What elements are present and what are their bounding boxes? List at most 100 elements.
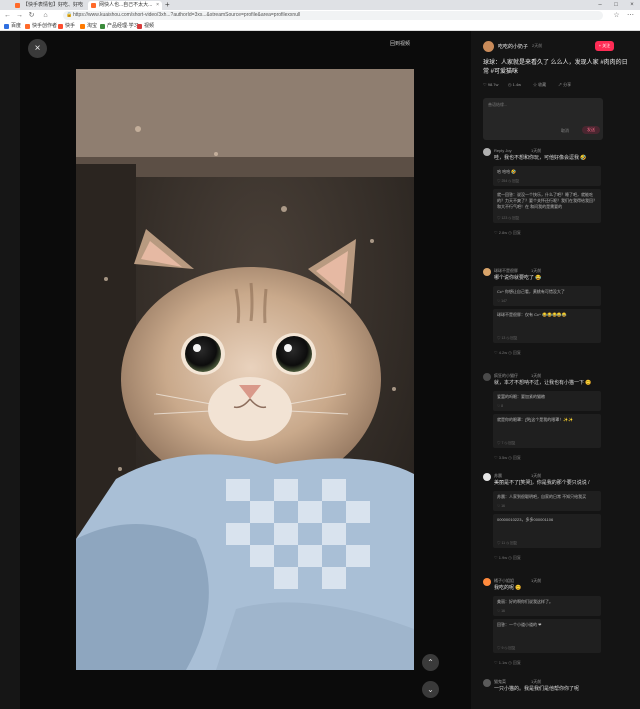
post-description: 球球：人家就是来看久了 么么人，发现人家 #肉肉的日常 #可爱猫咪 (483, 60, 628, 75)
commenter-name[interactable]: 橘子小姐姐 (494, 578, 514, 584)
next-video-button[interactable]: ⌄ (422, 681, 439, 698)
bookmark-item[interactable]: 产品经理·学习 (100, 22, 139, 30)
reply-item: 就是你的眼罩：[哭]这个是我的眼罩！✨✨ ♡ 7 ◷ 回复 (493, 414, 601, 448)
cat-left-eye (185, 336, 221, 372)
comment-time: 1天前 (531, 473, 542, 478)
bookmark-label: 视频 (144, 23, 155, 29)
original-video-link[interactable]: 回到视频 (390, 40, 410, 47)
reply-text: 美丽：好的啊你们说我这样了。 (497, 599, 553, 604)
commenter-name[interactable]: 苏晨 (494, 473, 502, 479)
browser-tab-2[interactable]: 网快人也...自己不太大... × (88, 1, 162, 10)
reply-meta[interactable]: ♡ 11 ◷ 回复 (497, 541, 517, 546)
minimize-icon[interactable]: – (592, 0, 608, 10)
post-stats: ♡ 98.7w ◷ 1.4w ☆ 收藏 ↗ 分享 (483, 82, 633, 89)
comment-text: 美丽是不了[笑哭]，你是我的那个要只说说 / (494, 480, 590, 486)
comment-meta[interactable]: ♡ 3.5w ◷ 回复 (494, 455, 521, 461)
commenter-avatar[interactable] (483, 473, 491, 481)
home-icon[interactable]: ⌂ (41, 11, 50, 20)
heart-icon: ♡ (483, 82, 487, 87)
previous-video-button[interactable]: ⌃ (422, 654, 439, 671)
reply-meta[interactable]: ♡ 16 (497, 609, 505, 613)
reply-meta[interactable]: ♡ 254 ◷ 回复 (497, 179, 519, 184)
share-stat[interactable]: ↗ 分享 (558, 82, 571, 88)
comment-time: 1天前 (531, 373, 542, 378)
bookmark-icon (100, 24, 105, 29)
lock-icon: 🔒 (66, 12, 73, 18)
close-tab-icon[interactable]: × (156, 1, 159, 10)
author-name[interactable]: 吃吃的小奶子 (498, 43, 528, 50)
reply-item: 就一回答：说没一个快乐，什么了吧？睡了吧，就能吃的？力天不爽了？要个关怀还行呢？… (493, 189, 601, 223)
reply-meta[interactable]: ♡ 123 ◷ 回复 (497, 216, 519, 221)
comment-input[interactable]: 善语结缘... (488, 102, 507, 108)
comment-input-box[interactable]: 善语结缘... 取消 发送 (483, 98, 603, 140)
commenter-name[interactable]: Reply Joy (494, 148, 512, 153)
reply-meta[interactable]: ♡ 7 ◷ 回复 (497, 441, 515, 446)
bookmark-label: 快手创作者 (32, 23, 58, 29)
author-avatar[interactable] (483, 41, 494, 52)
send-button[interactable]: 发送 (582, 126, 600, 134)
new-tab-icon[interactable]: + (165, 0, 170, 10)
share-label: 分享 (563, 82, 572, 87)
tab-title: 【快手表情包】好吃、好吃 (23, 2, 84, 8)
reply-meta[interactable]: ♡ 9 ◷ 回复 (497, 646, 515, 651)
reply-item: 爱罢的吗眼：要加紧的猫粮 ♡ 8 (493, 391, 601, 411)
forward-icon[interactable]: → (15, 11, 24, 20)
commenter-name[interactable]: 球球不是很胖 (494, 268, 518, 274)
menu-icon[interactable]: ⋯ (626, 11, 635, 20)
commenter-avatar[interactable] (483, 373, 491, 381)
commenter-avatar[interactable] (483, 148, 491, 156)
reply-item: Cc^ 你想让自己看，黄桃有可惜没大了 ♡ 147 (493, 286, 601, 306)
reply-item: 苏晨：人家到很聪明吧，自家的日常 不知只给我买 ♡ 16 (493, 491, 601, 511)
comment-icon: ◷ (508, 82, 512, 87)
comment-meta[interactable]: ♡ 2.8w ◷ 回复 (494, 230, 521, 236)
star-icon[interactable]: ☆ (612, 11, 621, 20)
comment-text: 哪个说你就要吃了 😂 (494, 275, 542, 281)
comment-count: 1.4w (512, 82, 522, 87)
comment-text: 就，本才不想呐不过，让我也有小猫一下 😊 (494, 380, 592, 386)
reply-item: 球球不是很胖：仅有 Cc^ 😂😂😂😂😂 ♡ 13 ◷ 回复 (493, 309, 601, 343)
cancel-button[interactable]: 取消 (561, 128, 569, 134)
reply-meta[interactable]: ♡ 147 (497, 299, 507, 303)
comment-text: 一只小猫的。我是我们是他帮你你了呢 (494, 686, 580, 692)
tab-bar: 【快手表情包】好吃、好吃 × 网快人也...自己不太大... × + – □ × (0, 0, 640, 10)
commenter-avatar[interactable] (483, 268, 491, 276)
collect-stat[interactable]: ☆ 收藏 (533, 82, 546, 88)
commenter-name[interactable]: 疯狂的小猫仔 (494, 373, 518, 379)
commenter-name[interactable]: 猫鬼菜 (494, 679, 506, 685)
close-tab-icon[interactable]: × (80, 1, 83, 10)
reply-text: 就是你的眼罩：[哭]这个是我的眼罩！✨✨ (497, 417, 574, 422)
close-icon: × (34, 43, 41, 54)
reply-item: 回答：一个小道小道的 ❤ ♡ 9 ◷ 回复 (493, 619, 601, 653)
commenter-avatar[interactable] (483, 578, 491, 586)
bookmark-item[interactable]: 淘宝 (80, 22, 97, 30)
shelf-top (76, 69, 414, 164)
back-icon[interactable]: ← (3, 11, 12, 20)
comment-meta[interactable]: ♡ 1.9w ◷ 回复 (494, 555, 521, 561)
reply-meta[interactable]: ♡ 8 (497, 404, 503, 408)
close-viewer-button[interactable]: × (28, 39, 47, 58)
bookmark-item[interactable]: 视频 (137, 22, 154, 30)
cat-photo (76, 69, 414, 670)
reply-meta[interactable]: ♡ 16 (497, 504, 505, 508)
follow-button[interactable]: + 关注 (595, 41, 614, 51)
reply-item: 哈 哈哈 🤣 ♡ 254 ◷ 回复 (493, 166, 601, 186)
bookmark-item[interactable]: 百度 (4, 22, 21, 30)
maximize-icon[interactable]: □ (608, 0, 624, 10)
comment-stat[interactable]: ◷ 1.4w (508, 82, 521, 87)
cat-image (76, 69, 414, 670)
bookmark-item[interactable]: 快手创作者 (25, 22, 57, 30)
commenter-avatar[interactable] (483, 679, 491, 687)
reload-icon[interactable]: ↻ (27, 11, 36, 20)
comment-meta[interactable]: ♡ 4.2w ◷ 回复 (494, 350, 521, 356)
browser-tab-1[interactable]: 【快手表情包】好吃、好吃 × (12, 1, 86, 10)
bookmarks-bar: 百度 快手创作者 快手 淘宝 产品经理·学习 视频 (0, 21, 640, 31)
comment-time: 1天前 (531, 578, 542, 583)
comment-text: 我吃的呢 😊 (494, 585, 522, 591)
comment-meta[interactable]: ♡ 1.1w ◷ 回复 (494, 660, 521, 666)
like-stat[interactable]: ♡ 98.7w (483, 82, 498, 87)
reply-meta[interactable]: ♡ 13 ◷ 回复 (497, 336, 517, 341)
collect-label: 收藏 (538, 82, 547, 87)
url-field[interactable]: 🔒 https://www.kuaishou.com/short-video/3… (63, 11, 603, 20)
bookmark-item[interactable]: 快手 (58, 22, 75, 30)
close-window-icon[interactable]: × (624, 0, 640, 10)
